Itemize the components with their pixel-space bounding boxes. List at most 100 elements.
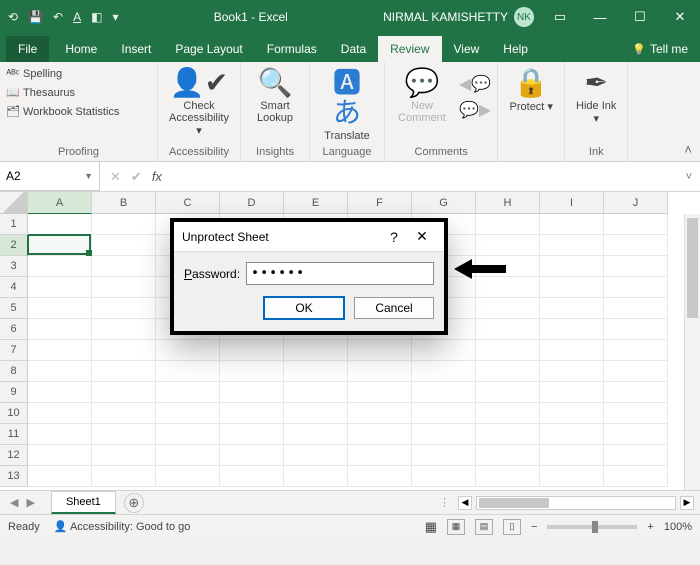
cell[interactable] — [604, 340, 668, 361]
cell[interactable] — [156, 424, 220, 445]
cell[interactable] — [28, 424, 92, 445]
cell[interactable] — [92, 214, 156, 235]
sheet-tab-active[interactable]: Sheet1 — [51, 491, 116, 514]
fill-color-icon[interactable]: ◧ — [91, 10, 102, 24]
zoom-in-button[interactable]: + — [647, 521, 653, 533]
cell[interactable] — [28, 403, 92, 424]
row-header[interactable]: 12 — [0, 445, 28, 466]
protect-button[interactable]: 🔒Protect ▾ — [504, 66, 558, 115]
tell-me[interactable]: Tell me — [620, 36, 700, 62]
cell[interactable] — [540, 319, 604, 340]
smart-lookup-button[interactable]: 🔍Smart Lookup — [247, 66, 303, 126]
cell[interactable] — [540, 403, 604, 424]
cell[interactable] — [284, 340, 348, 361]
new-sheet-button[interactable]: ⊕ — [124, 493, 144, 513]
cell[interactable] — [604, 256, 668, 277]
row-header[interactable]: 10 — [0, 403, 28, 424]
cell[interactable] — [540, 361, 604, 382]
name-box[interactable]: A2 ▼ — [0, 162, 100, 191]
cell[interactable] — [412, 361, 476, 382]
tab-file[interactable]: File — [6, 36, 49, 62]
cell[interactable] — [540, 382, 604, 403]
cell[interactable] — [348, 340, 412, 361]
cell[interactable] — [604, 298, 668, 319]
cell[interactable] — [28, 298, 92, 319]
page-layout-view-button[interactable]: ▤ — [475, 519, 493, 535]
cell[interactable] — [284, 382, 348, 403]
cell[interactable] — [476, 340, 540, 361]
cell[interactable] — [220, 340, 284, 361]
row-header[interactable]: 1 — [0, 214, 28, 235]
cell[interactable] — [476, 214, 540, 235]
cell[interactable] — [540, 445, 604, 466]
cell[interactable] — [540, 235, 604, 256]
row-header[interactable]: 7 — [0, 340, 28, 361]
tab-help[interactable]: Help — [491, 36, 540, 62]
cell[interactable] — [604, 319, 668, 340]
cell[interactable] — [156, 466, 220, 487]
user-avatar[interactable]: NK — [514, 7, 534, 27]
next-sheet-icon[interactable]: ▶ — [26, 496, 34, 509]
ribbon-display-options-icon[interactable]: ▭ — [540, 0, 580, 34]
display-settings-icon[interactable]: ▦ — [425, 519, 437, 535]
select-all-button[interactable] — [0, 192, 28, 214]
cell[interactable] — [92, 382, 156, 403]
cell[interactable] — [412, 466, 476, 487]
cell[interactable] — [476, 466, 540, 487]
cell[interactable] — [28, 319, 92, 340]
close-button[interactable]: ✕ — [660, 0, 700, 34]
cell[interactable] — [540, 466, 604, 487]
cell[interactable] — [156, 382, 220, 403]
cell[interactable] — [476, 445, 540, 466]
cell[interactable] — [476, 403, 540, 424]
next-comment-icon[interactable]: 💬▶ — [459, 100, 491, 120]
hscroll-split-icon[interactable]: ⋮ — [439, 496, 450, 509]
cell[interactable] — [476, 235, 540, 256]
cell[interactable] — [476, 424, 540, 445]
minimize-button[interactable]: — — [580, 0, 620, 34]
row-header[interactable]: 6 — [0, 319, 28, 340]
cell[interactable] — [28, 382, 92, 403]
cell[interactable] — [540, 340, 604, 361]
tab-view[interactable]: View — [442, 36, 492, 62]
cell[interactable] — [92, 298, 156, 319]
cell[interactable] — [156, 361, 220, 382]
cell[interactable] — [92, 445, 156, 466]
column-header[interactable]: J — [604, 192, 668, 214]
normal-view-button[interactable]: ▦ — [447, 519, 465, 535]
horizontal-scrollbar[interactable] — [476, 496, 676, 510]
zoom-level[interactable]: 100% — [664, 521, 692, 533]
row-header[interactable]: 11 — [0, 424, 28, 445]
tab-home[interactable]: Home — [53, 36, 109, 62]
cell[interactable] — [28, 235, 92, 256]
cell[interactable] — [220, 445, 284, 466]
cell[interactable] — [348, 466, 412, 487]
font-color-icon[interactable]: A — [73, 10, 81, 24]
zoom-slider[interactable] — [547, 525, 637, 529]
translate-button[interactable]: 🅰あTranslate — [316, 66, 378, 144]
cell[interactable] — [604, 214, 668, 235]
cancel-formula-icon[interactable]: ✕ — [110, 169, 121, 185]
dialog-close-button[interactable]: ✕ — [408, 228, 436, 245]
column-header[interactable]: I — [540, 192, 604, 214]
cell[interactable] — [92, 424, 156, 445]
tab-insert[interactable]: Insert — [109, 36, 163, 62]
cell[interactable] — [284, 445, 348, 466]
cell[interactable] — [540, 298, 604, 319]
cell[interactable] — [284, 466, 348, 487]
tab-data[interactable]: Data — [329, 36, 378, 62]
cell[interactable] — [28, 340, 92, 361]
workbook-stats-button[interactable]: 🗂Workbook Statistics — [6, 103, 119, 120]
cell[interactable] — [92, 403, 156, 424]
column-header[interactable]: C — [156, 192, 220, 214]
hscroll-left-icon[interactable]: ◀ — [458, 496, 472, 510]
cell[interactable] — [476, 361, 540, 382]
cell[interactable] — [476, 277, 540, 298]
tab-page-layout[interactable]: Page Layout — [163, 36, 254, 62]
cell[interactable] — [156, 445, 220, 466]
row-header[interactable]: 3 — [0, 256, 28, 277]
cell[interactable] — [604, 235, 668, 256]
cell[interactable] — [348, 403, 412, 424]
cell[interactable] — [92, 256, 156, 277]
cell[interactable] — [348, 382, 412, 403]
